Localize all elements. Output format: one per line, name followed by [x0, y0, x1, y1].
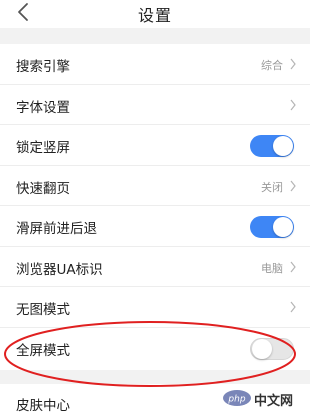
chevron-right-icon: [290, 58, 296, 70]
setting-label: 浏览器UA标识: [16, 261, 103, 278]
setting-label: 快速翻页: [16, 180, 70, 197]
php-logo-icon: php: [223, 390, 251, 406]
svg-text:php: php: [227, 395, 245, 405]
lock-portrait-toggle[interactable]: [250, 135, 294, 157]
watermark: php 中文网: [220, 388, 306, 409]
setting-row-search-engine[interactable]: 搜索引擎 综合: [0, 44, 310, 85]
setting-label: 全屏模式: [16, 342, 70, 359]
setting-label: 滑屏前进后退: [16, 221, 97, 237]
toggle-knob: [252, 338, 272, 359]
chevron-right-icon: [290, 261, 296, 272]
setting-row-quick-page-turn[interactable]: 快速翻页 关闭: [0, 165, 310, 206]
setting-label: 锁定竖屏: [16, 140, 70, 156]
setting-label: 字体设置: [16, 99, 70, 116]
swipe-navigation-toggle[interactable]: [250, 216, 294, 238]
setting-row-font[interactable]: 字体设置: [0, 84, 310, 125]
toggle-knob: [273, 136, 293, 156]
setting-value: 电脑: [261, 261, 283, 275]
fullscreen-mode-toggle[interactable]: [250, 337, 294, 360]
setting-label: 无图模式: [16, 302, 70, 318]
setting-row-no-image-mode[interactable]: 无图模式: [0, 287, 310, 328]
setting-row-user-agent[interactable]: 浏览器UA标识 电脑: [0, 246, 310, 287]
watermark-text: 中文网: [254, 394, 294, 409]
top-bar: 设置: [0, 0, 310, 28]
chevron-right-icon: [290, 180, 296, 191]
toggle-knob: [273, 217, 293, 237]
setting-value: 综合: [261, 59, 283, 72]
page-title: 设置: [137, 6, 172, 25]
section-gap: [0, 28, 310, 44]
setting-label: 皮肤中心: [16, 398, 70, 414]
chevron-right-icon: [290, 301, 296, 313]
setting-label: 搜索引擎: [16, 59, 70, 75]
setting-value: 关闭: [261, 180, 283, 194]
setting-row-fullscreen-mode: 全屏模式: [0, 327, 310, 368]
settings-list: 搜索引擎 综合 字体设置 锁定竖屏 快速翻页 关闭 滑屏前进后退 浏览器UA标识: [0, 44, 310, 368]
chevron-right-icon: [290, 99, 296, 110]
setting-row-swipe-navigation: 滑屏前进后退: [0, 206, 310, 247]
setting-row-lock-portrait: 锁定竖屏: [0, 125, 310, 166]
section-gap: [0, 370, 310, 384]
